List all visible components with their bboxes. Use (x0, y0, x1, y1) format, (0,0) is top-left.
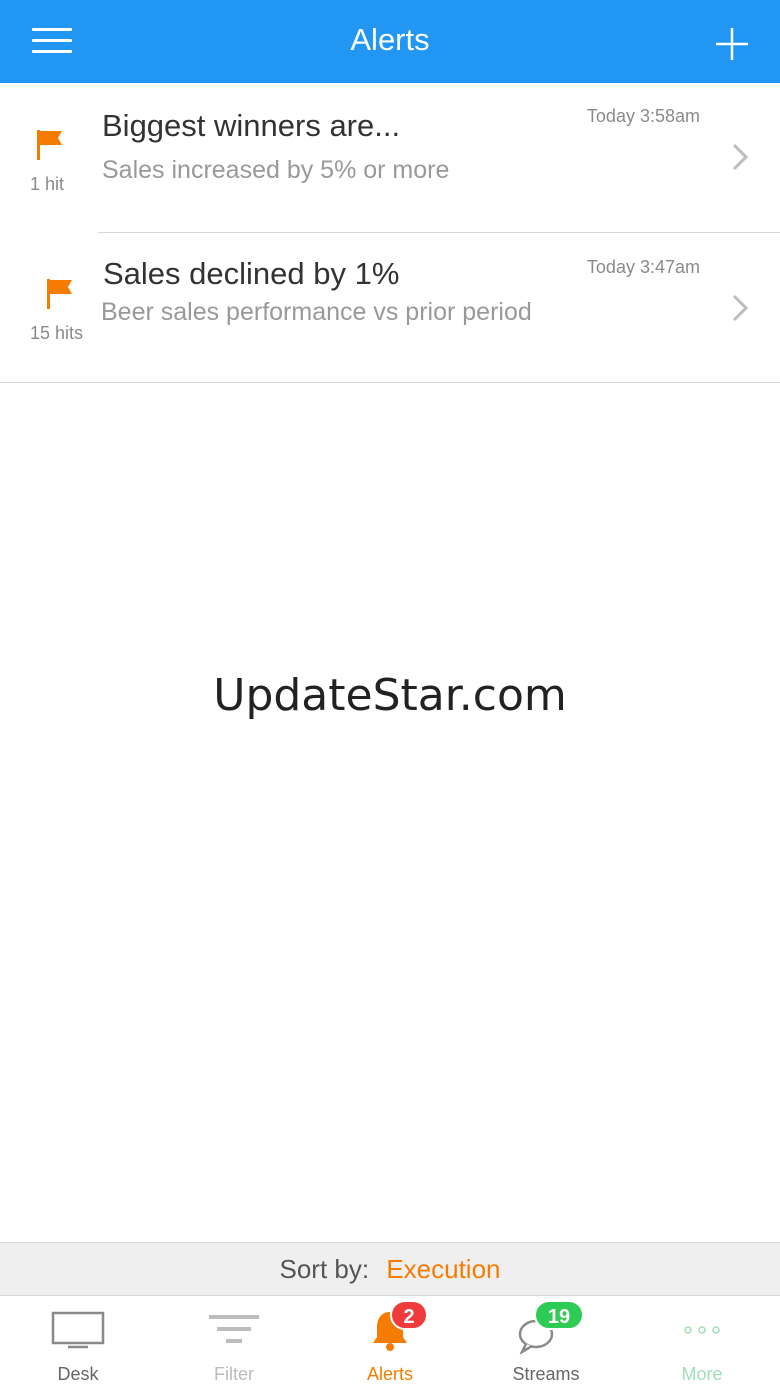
tab-streams[interactable]: 19 Streams (468, 1296, 624, 1387)
tab-label: Filter (214, 1364, 254, 1384)
app-header: Alerts (0, 0, 780, 83)
notification-badge: 2 (390, 1300, 428, 1330)
notification-badge: 19 (534, 1300, 584, 1330)
tab-label: Streams (512, 1364, 580, 1384)
chevron-right-icon (732, 294, 749, 322)
monitor-icon (51, 1311, 105, 1349)
alert-timestamp: Today 3:58am (586, 106, 700, 126)
hit-count: 15 hits (30, 323, 84, 343)
more-dots-icon (684, 1326, 720, 1334)
alert-subtitle: Sales increased by 5% or more (102, 156, 450, 184)
tab-filter[interactable]: Filter (156, 1296, 312, 1387)
sort-bar: Sort by: Execution (0, 1242, 780, 1295)
alert-title: Biggest winners are... (102, 108, 401, 143)
chevron-right-icon (732, 143, 749, 171)
page-title: Alerts (350, 22, 430, 57)
flag-icon (37, 130, 62, 160)
tab-desk[interactable]: Desk (0, 1296, 156, 1387)
alert-row[interactable]: 15 hits Sales declined by 1% Beer sales … (0, 233, 780, 383)
hit-count: 1 hit (30, 174, 65, 194)
alert-subtitle: Beer sales performance vs prior period (101, 298, 532, 326)
tab-alerts[interactable]: 2 Alerts (312, 1296, 468, 1387)
alert-title: Sales declined by 1% (103, 256, 400, 291)
alert-row[interactable]: 1 hit Biggest winners are... Sales incre… (0, 84, 780, 233)
sort-label: Sort by: (279, 1254, 370, 1284)
sort-value-button[interactable]: Execution (386, 1254, 500, 1284)
alert-timestamp: Today 3:47am (586, 257, 700, 277)
tab-more[interactable]: More (624, 1296, 780, 1387)
row-divider (0, 382, 780, 383)
flag-icon (47, 279, 72, 309)
filter-icon (209, 1315, 259, 1343)
tab-label: More (681, 1364, 723, 1384)
plus-icon[interactable] (714, 26, 750, 62)
tab-label: Desk (57, 1364, 99, 1384)
tab-label: Alerts (366, 1364, 413, 1384)
tab-bar: Desk Filter 2 Alerts 19 Streams More (0, 1295, 780, 1387)
watermark: UpdateStar.com (213, 670, 567, 721)
